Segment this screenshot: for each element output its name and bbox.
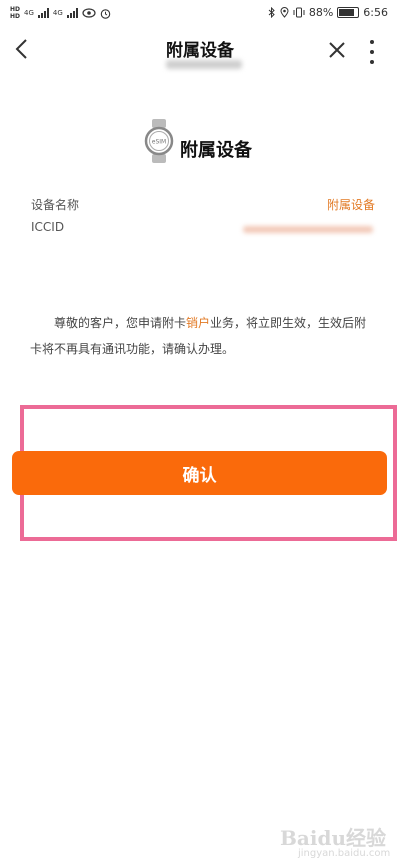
network-type-1: 4G — [24, 9, 34, 17]
status-right: 88% 6:56 — [268, 6, 388, 19]
notice-text: 尊敬的客户，您申请附卡销户业务，将立即生效，生效后附卡将不再具有通讯功能，请确认… — [30, 310, 375, 362]
close-icon — [329, 42, 345, 58]
clock-time: 6:56 — [363, 6, 388, 19]
device-header: eSIM 附属设备 — [0, 118, 400, 168]
bluetooth-icon — [268, 7, 275, 18]
more-dot — [370, 60, 374, 64]
iccid-value-blurred — [243, 226, 373, 233]
watermark-sub: jingyan.baidu.com — [298, 848, 391, 859]
location-icon — [280, 7, 289, 18]
more-dot — [370, 50, 374, 54]
blurred-subtitle — [166, 60, 242, 69]
more-dot — [370, 40, 374, 44]
signal-icon-1 — [37, 8, 49, 18]
device-name-value: 附属设备 — [326, 198, 375, 212]
device-title: 附属设备 — [180, 140, 252, 161]
signal-icon-2 — [66, 8, 78, 18]
confirm-button[interactable]: 确认 — [12, 451, 387, 495]
iccid-row: ICCID — [31, 220, 375, 238]
more-button[interactable] — [366, 40, 378, 64]
baidu-watermark: Baidu经验 jingyan.baidu.com — [280, 822, 390, 862]
notice-highlight: 销户 — [186, 316, 211, 330]
close-button[interactable] — [326, 38, 348, 64]
hd-indicator: HD HD — [10, 6, 20, 20]
watermark-main: Baidu经验 — [280, 826, 386, 850]
notice-text-before: 尊敬的客户，您申请附卡 — [54, 316, 187, 330]
hd-label-2: HD — [10, 13, 21, 20]
battery-percent: 88% — [308, 6, 334, 19]
device-name-row: 设备名称 附属设备 — [31, 196, 375, 214]
battery-icon — [337, 7, 360, 18]
watch-icon: eSIM — [144, 119, 174, 163]
watch-icon-label: eSIM — [152, 139, 166, 146]
status-bar: HD HD 4G 4G 88% 6:56 — [0, 0, 400, 28]
alarm-icon — [100, 8, 111, 19]
device-name-label: 设备名称 — [31, 198, 80, 212]
network-type-2: 4G — [52, 9, 63, 17]
iccid-label: ICCID — [31, 220, 65, 234]
status-left: HD HD 4G 4G — [10, 6, 111, 20]
hd-label-1: HD — [10, 6, 21, 13]
eye-icon — [82, 8, 96, 18]
app-header: 附属设备 — [0, 28, 400, 84]
vibrate-icon — [293, 7, 305, 18]
